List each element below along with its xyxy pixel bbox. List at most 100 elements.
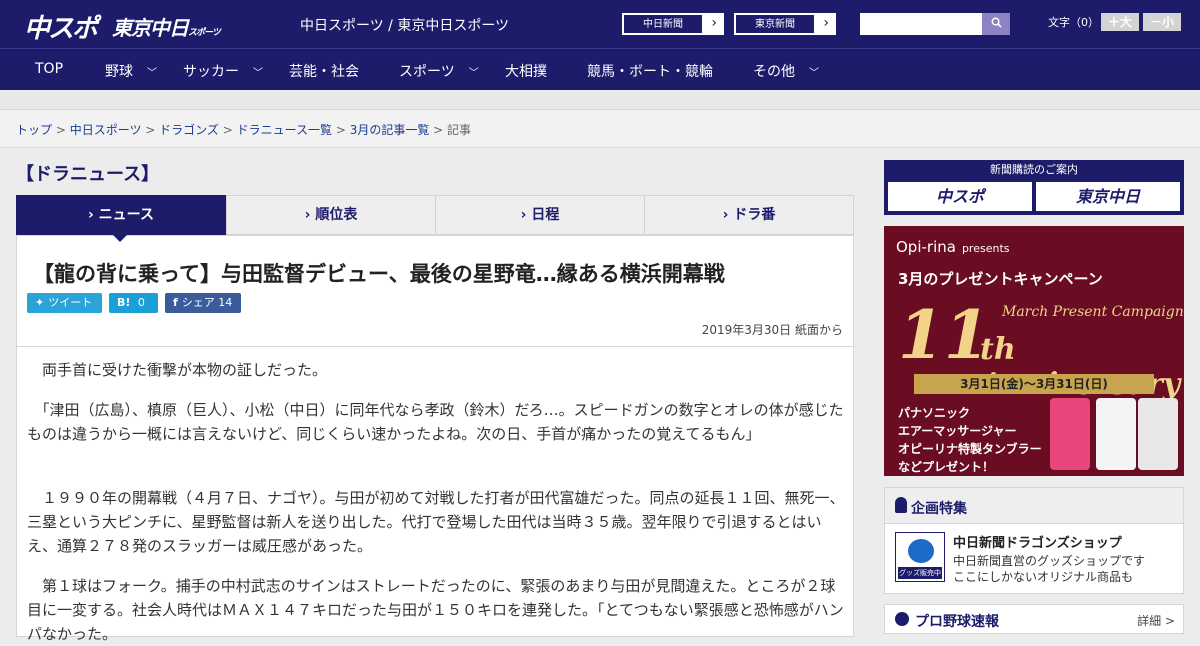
- promo-banner[interactable]: Opi-rina presents 3月のプレゼントキャンペーン 11 March…: [884, 226, 1184, 476]
- nav-label: 野球: [105, 64, 133, 80]
- tweet-button[interactable]: ✦ ツイート: [27, 293, 102, 313]
- shop-desc: 中日新聞直営のグッズショップです: [953, 554, 1146, 568]
- shop-title[interactable]: 中日新聞ドラゴンズショップ: [953, 532, 1122, 551]
- mascot-image: [908, 539, 934, 563]
- article-date: 2019年3月30日 紙面から: [701, 323, 843, 337]
- nav-sports[interactable]: スポーツ ﹀: [399, 61, 479, 81]
- nav-entertainment[interactable]: 芸能・社会: [289, 61, 359, 81]
- search-box: [860, 13, 1010, 35]
- main-nav: TOP 野球 ﹀ サッカー ﹀ 芸能・社会 スポーツ ﹀ 大相撲 競馬・ボート・競輪 …: [0, 48, 1200, 90]
- baseball-icon: [895, 612, 909, 626]
- search-icon: [991, 17, 1002, 28]
- breadcrumb: トップ > 中日スポーツ > ドラゴンズ > ドラニュース一覧 > 3月の記事一…: [16, 123, 472, 137]
- nav-label: TOP: [35, 61, 64, 77]
- tab-label: ドラ番: [733, 207, 776, 223]
- nav-label: サッカー: [183, 64, 239, 80]
- chevron-down-icon: ﹀: [809, 68, 819, 79]
- twitter-icon: ✦: [35, 296, 45, 309]
- tab-label: 順位表: [315, 207, 358, 223]
- tokyo-shimbun-button[interactable]: 東京新聞 ›: [734, 13, 836, 35]
- shop-thumbnail[interactable]: グッズ販売中: [895, 532, 945, 582]
- feature-title: 企画特集: [911, 501, 967, 517]
- subscribe-tokyo-button[interactable]: 東京中日: [1036, 182, 1180, 211]
- massager-image: [1050, 398, 1090, 470]
- promo-gift-line: エアーマッサージャー: [898, 424, 1017, 438]
- article-paragraph: 第１球はフォーク。捕手の中村武志のサインはストレートだったのに、緊張のあまり与田…: [27, 577, 844, 643]
- hatena-button[interactable]: B! 0: [109, 293, 158, 313]
- promo-gift-line: などプレゼント！: [898, 460, 995, 474]
- promo-gift: パナソニック エアーマッサージャー オピーリナ特製タンブラー などプレゼント！: [898, 404, 1058, 476]
- tab-news[interactable]: › ニュース: [16, 195, 226, 235]
- article-headline: 【龍の背に乗って】与田監督デビュー、最後の星野竜…縁ある横浜開幕戦: [33, 262, 725, 286]
- promo-brand: Opi-rina presents: [896, 238, 1010, 256]
- promo-brand-name: Opi-rina: [896, 238, 956, 256]
- breadcrumb-link[interactable]: 中日スポーツ: [70, 123, 142, 137]
- promo-number: 11: [898, 296, 990, 374]
- chevron-right-icon: ›: [304, 207, 316, 223]
- facebook-share-button[interactable]: f シェア 14: [165, 293, 241, 313]
- tokyo-chunichi-logo[interactable]: 東京中日スポーツ: [112, 12, 221, 41]
- chevron-right-icon: ›: [722, 207, 734, 223]
- nav-label: 芸能・社会: [289, 64, 359, 80]
- active-tab-pointer: [113, 235, 127, 242]
- pro-baseball-more-link[interactable]: 詳細 >: [1137, 612, 1175, 629]
- breadcrumb-link[interactable]: 3月の記事一覧: [350, 123, 430, 137]
- nav-sumo[interactable]: 大相撲: [505, 61, 547, 81]
- site-link[interactable]: 中日スポーツ / 東京中日スポーツ: [300, 15, 509, 35]
- tab-schedule[interactable]: › 日程: [435, 195, 645, 235]
- tokyo-chunichi-logo-text: 東京中日: [112, 16, 189, 40]
- subscription-banner[interactable]: 新聞購読のご案内 中スポ 東京中日: [884, 160, 1184, 215]
- pin-icon: [895, 497, 907, 513]
- tweet-label: ツイート: [48, 296, 93, 309]
- font-smaller-button[interactable]: －小: [1143, 13, 1181, 31]
- chuspo-logo[interactable]: 中スポ: [24, 8, 98, 45]
- chevron-right-icon: ›: [711, 15, 717, 31]
- feature-box: 企画特集 グッズ販売中 中日新聞ドラゴンズショップ 中日新聞直営のグッズショップ…: [884, 487, 1184, 594]
- promo-gift-line: オピーリナ特製タンブラー: [898, 442, 1042, 456]
- facebook-icon: f: [173, 296, 178, 309]
- nav-baseball[interactable]: 野球 ﹀: [105, 61, 157, 81]
- breadcrumb-link[interactable]: トップ: [16, 123, 52, 137]
- pro-baseball-title: プロ野球速報: [915, 614, 999, 630]
- chunichi-shimbun-button[interactable]: 中日新聞 ›: [622, 13, 724, 35]
- tab-dora-ban[interactable]: › ドラ番: [644, 195, 854, 235]
- subscribe-chuspo-button[interactable]: 中スポ: [888, 182, 1032, 211]
- ad-strip: [0, 90, 1200, 110]
- search-button[interactable]: [982, 13, 1010, 35]
- tab-standings[interactable]: › 順位表: [226, 195, 436, 235]
- nav-racing[interactable]: 競馬・ボート・競輪: [587, 61, 713, 81]
- font-larger-button[interactable]: ＋大: [1101, 13, 1139, 31]
- tokyo-shimbun-label: 東京新聞: [735, 14, 815, 34]
- nav-label: 大相撲: [505, 64, 547, 80]
- promo-brand-sub: presents: [961, 242, 1010, 255]
- breadcrumb-current: 記事: [447, 123, 472, 137]
- section-title: 【ドラニュース】: [16, 164, 160, 185]
- search-input[interactable]: [860, 13, 982, 35]
- hatena-count: 0: [137, 296, 145, 309]
- article-header: 【龍の背に乗って】与田監督デビュー、最後の星野竜…縁ある横浜開幕戦 ✦ ツイート …: [16, 235, 854, 347]
- breadcrumb-link[interactable]: ドラゴンズ: [159, 123, 219, 137]
- font-size-label: 文字（0）: [1048, 16, 1099, 29]
- nav-label: スポーツ: [399, 64, 455, 80]
- nav-soccer[interactable]: サッカー ﹀: [183, 61, 263, 81]
- hatena-icon: B!: [117, 296, 131, 309]
- article-paragraph: １９９０年の開幕戦（４月７日、ナゴヤ）。与田が初めて対戦した打者が田代富雄だった…: [27, 489, 845, 555]
- fb-label: シェア: [181, 296, 215, 309]
- nav-label: 競馬・ボート・競輪: [587, 64, 713, 80]
- thumbnail-label: グッズ販売中: [898, 567, 942, 579]
- chevron-right-icon: ›: [88, 207, 99, 223]
- tab-label: ニュース: [98, 207, 154, 223]
- tab-label: 日程: [531, 207, 560, 223]
- breadcrumb-link[interactable]: ドラニュース一覧: [237, 123, 332, 137]
- nav-other[interactable]: その他 ﹀: [753, 61, 819, 81]
- chevron-right-icon: ›: [520, 207, 532, 223]
- tumbler-image: [1096, 398, 1136, 470]
- article-paragraph: 両手首に受けた衝撃が本物の証しだった。: [27, 361, 328, 379]
- chevron-down-icon: ﹀: [468, 68, 479, 79]
- tokyo-chunichi-logo-sub: スポーツ: [188, 28, 221, 38]
- chevron-right-icon: ›: [823, 15, 829, 31]
- nav-top[interactable]: TOP: [35, 61, 63, 77]
- promo-campaign: 3月のプレゼントキャンペーン: [898, 270, 1103, 288]
- feature-header: 企画特集: [885, 488, 1183, 524]
- promo-gift-line: パナソニック: [898, 406, 971, 420]
